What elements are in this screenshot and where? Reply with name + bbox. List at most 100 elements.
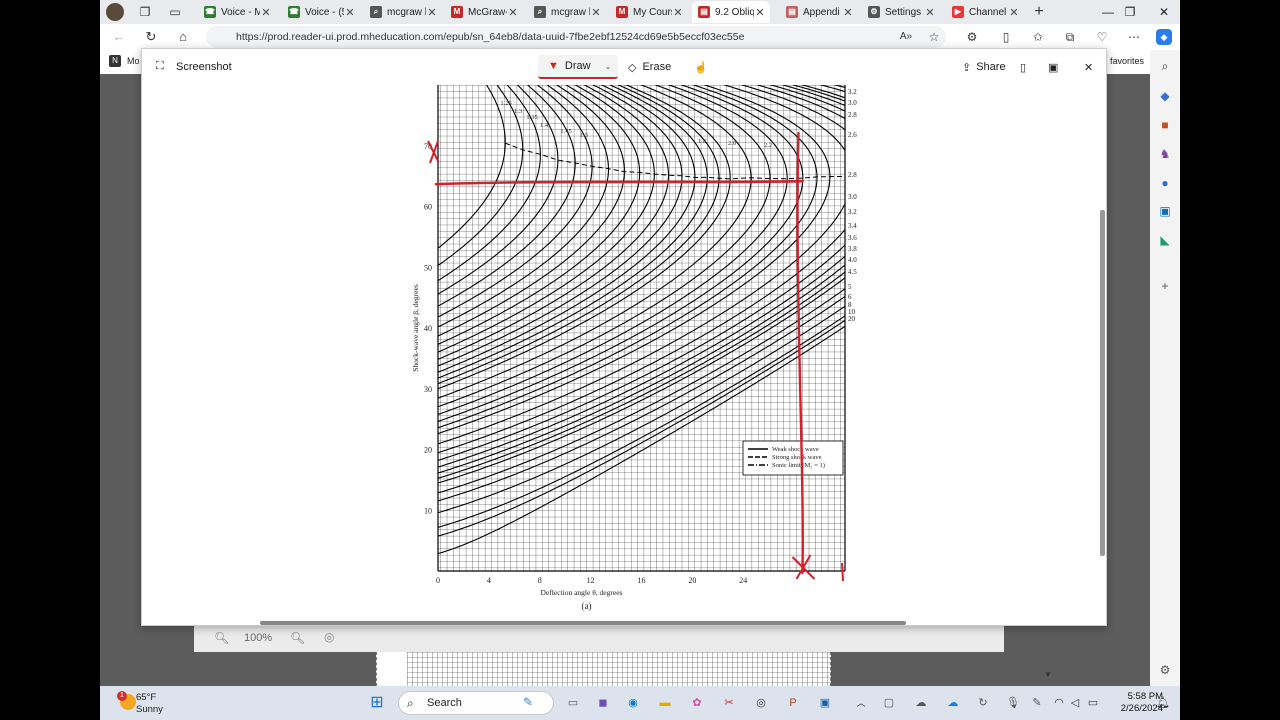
- right-label: 2.8: [848, 171, 857, 179]
- favorite-item[interactable]: Mo: [127, 56, 140, 66]
- url-field[interactable]: https://prod.reader-ui.prod.mheducation.…: [206, 26, 946, 48]
- workspaces-icon[interactable]: ❐: [136, 3, 154, 21]
- pen-tray-icon[interactable]: ✎: [1028, 694, 1046, 712]
- tab-label: Channel c: [969, 6, 1008, 18]
- onedrive-icon[interactable]: ☁: [912, 694, 930, 712]
- onedrive-blue-icon[interactable]: ☁: [944, 694, 962, 712]
- vertical-scrollbar[interactable]: [1100, 210, 1105, 556]
- draw-button[interactable]: ▼ Draw ⌄: [538, 55, 618, 79]
- save-button[interactable]: ▣: [1048, 58, 1058, 76]
- close-tab-icon[interactable]: ✕: [344, 6, 356, 19]
- windows-start-icon[interactable]: ⊞: [368, 694, 386, 712]
- teams-icon[interactable]: ◼: [594, 694, 612, 712]
- edge-icon[interactable]: ◉: [624, 694, 642, 712]
- add-sidebar-icon[interactable]: +: [1157, 278, 1173, 294]
- weather-widget[interactable]: 1 65°F Sunny: [114, 690, 194, 718]
- close-tab-icon[interactable]: ✕: [426, 6, 438, 19]
- battery-icon[interactable]: ▭: [1084, 694, 1102, 712]
- erase-button[interactable]: ◇ Erase: [628, 58, 671, 76]
- file-explorer-icon[interactable]: ▬: [656, 694, 674, 712]
- task-view-icon[interactable]: ▭: [564, 694, 582, 712]
- tools-icon[interactable]: ■: [1157, 117, 1173, 133]
- favorites-icon[interactable]: ✩: [1030, 29, 1046, 45]
- tray-app-icon[interactable]: ▢: [880, 694, 898, 712]
- games-icon[interactable]: ♞: [1157, 146, 1173, 162]
- sync-icon[interactable]: ↻: [974, 694, 992, 712]
- close-window-icon[interactable]: ✕: [1152, 3, 1176, 21]
- search-icon: ⌕: [370, 6, 382, 18]
- close-tab-icon[interactable]: ✕: [507, 6, 519, 19]
- scroll-down-icon[interactable]: ▼: [1044, 670, 1052, 679]
- shopping-tag-icon[interactable]: ◆: [1157, 88, 1173, 104]
- m365-icon[interactable]: ●: [1157, 175, 1173, 191]
- paint-icon[interactable]: ✿: [688, 694, 706, 712]
- collections-icon[interactable]: ⧉: [1062, 29, 1078, 45]
- touch-writing-button[interactable]: ☝: [694, 58, 708, 76]
- split-screen-icon[interactable]: ▯: [998, 29, 1014, 45]
- tab-7[interactable]: ▤ 9.2 Obliq ✕: [692, 1, 770, 23]
- drop-icon[interactable]: ◣: [1157, 232, 1173, 248]
- extensions-icon[interactable]: ⚙: [964, 29, 980, 45]
- snipping-tool-icon[interactable]: ✂: [720, 694, 738, 712]
- close-tab-icon[interactable]: ✕: [1008, 6, 1020, 19]
- read-aloud-icon[interactable]: A»: [898, 29, 914, 45]
- tab-6[interactable]: M My Cours ✕: [610, 1, 688, 23]
- notifications-icon[interactable]: 🔔︎: [1154, 694, 1172, 712]
- close-tab-icon[interactable]: ✕: [924, 6, 936, 19]
- horizontal-scrollbar[interactable]: [260, 621, 906, 625]
- share-button[interactable]: ⇪ Share: [962, 58, 1006, 76]
- tab-label: mcgraw h: [551, 6, 590, 18]
- taskbar-search[interactable]: ⌕ Search ✎: [398, 691, 554, 715]
- close-screenshot-button[interactable]: ✕: [1084, 58, 1093, 76]
- favorite-star-icon[interactable]: ☆: [926, 29, 942, 45]
- copy-button[interactable]: ▯: [1020, 58, 1026, 76]
- copy-icon: ▯: [1020, 61, 1027, 74]
- photos-icon[interactable]: ▣: [816, 694, 834, 712]
- zoom-level: 100%: [244, 632, 273, 644]
- tab-3[interactable]: ⌕ mcgraw h✕: [364, 1, 442, 23]
- browser-essentials-icon[interactable]: ♡: [1094, 29, 1110, 45]
- volume-icon[interactable]: ◁: [1066, 694, 1084, 712]
- refresh-icon[interactable]: ↻: [142, 28, 160, 46]
- chevron-down-icon[interactable]: ⌄: [605, 62, 612, 71]
- more-menu-icon[interactable]: ⋯: [1126, 29, 1142, 45]
- tab-1[interactable]: ☎ Voice - M ✕: [198, 1, 276, 23]
- tab-9[interactable]: ⚙ Settings ✕: [862, 1, 940, 23]
- other-favorites[interactable]: favorites: [1110, 56, 1144, 66]
- microphone-icon[interactable]: 🎙︎: [1004, 694, 1022, 712]
- show-hidden-icons[interactable]: ︿: [852, 694, 870, 712]
- sidebar-settings-icon[interactable]: ⚙: [1157, 662, 1173, 678]
- tab-8[interactable]: ▤ Appendi ✕: [780, 1, 858, 23]
- home-icon[interactable]: ⌂: [174, 28, 192, 46]
- maximize-icon[interactable]: ❐: [1118, 3, 1142, 21]
- zoom-in-icon[interactable]: 🔍︎: [214, 631, 229, 645]
- tab-2[interactable]: ☎ Voice - (5 ✕: [282, 1, 360, 23]
- search-icon[interactable]: ⌕: [1157, 58, 1173, 74]
- tab-4[interactable]: M McGraw- ✕: [445, 1, 523, 23]
- y-tick-label: 50: [424, 263, 432, 272]
- close-tab-icon[interactable]: ✕: [260, 6, 272, 19]
- close-tab-icon[interactable]: ✕: [842, 6, 854, 19]
- chrome-icon[interactable]: ◎: [752, 694, 770, 712]
- tab-5[interactable]: ⌕ mcgraw h✕: [528, 1, 606, 23]
- new-tab-icon[interactable]: +: [1030, 3, 1048, 21]
- profile-avatar[interactable]: [106, 3, 124, 21]
- close-tab-icon[interactable]: ✕: [590, 6, 602, 19]
- vertical-tabs-icon[interactable]: ▭: [166, 3, 184, 21]
- youtube-icon: ▶: [952, 6, 964, 18]
- minimize-icon[interactable]: —: [1096, 3, 1120, 21]
- fit-page-icon[interactable]: ◎: [324, 630, 334, 644]
- outlook-icon[interactable]: ▣: [1157, 203, 1173, 219]
- close-tab-icon[interactable]: ✕: [754, 6, 766, 19]
- powerpoint-icon[interactable]: P: [784, 694, 802, 712]
- close-tab-icon[interactable]: ✕: [672, 6, 684, 19]
- weather-desc: Sunny: [136, 704, 163, 715]
- tab-strip: ❐ ▭ ☎Voice - M✕☎Voice - (5✕⌕mcgraw h✕MMc…: [100, 0, 1180, 24]
- share-label: Share: [976, 61, 1006, 73]
- copilot-icon[interactable]: ◆: [1156, 29, 1172, 45]
- back-icon[interactable]: ←: [110, 28, 128, 46]
- tab-10[interactable]: ▶ Channel c✕: [946, 1, 1024, 23]
- zoom-out-icon[interactable]: 🔍︎: [290, 631, 305, 645]
- right-label: 4.5: [848, 268, 857, 276]
- y-tick-label: 40: [424, 324, 432, 333]
